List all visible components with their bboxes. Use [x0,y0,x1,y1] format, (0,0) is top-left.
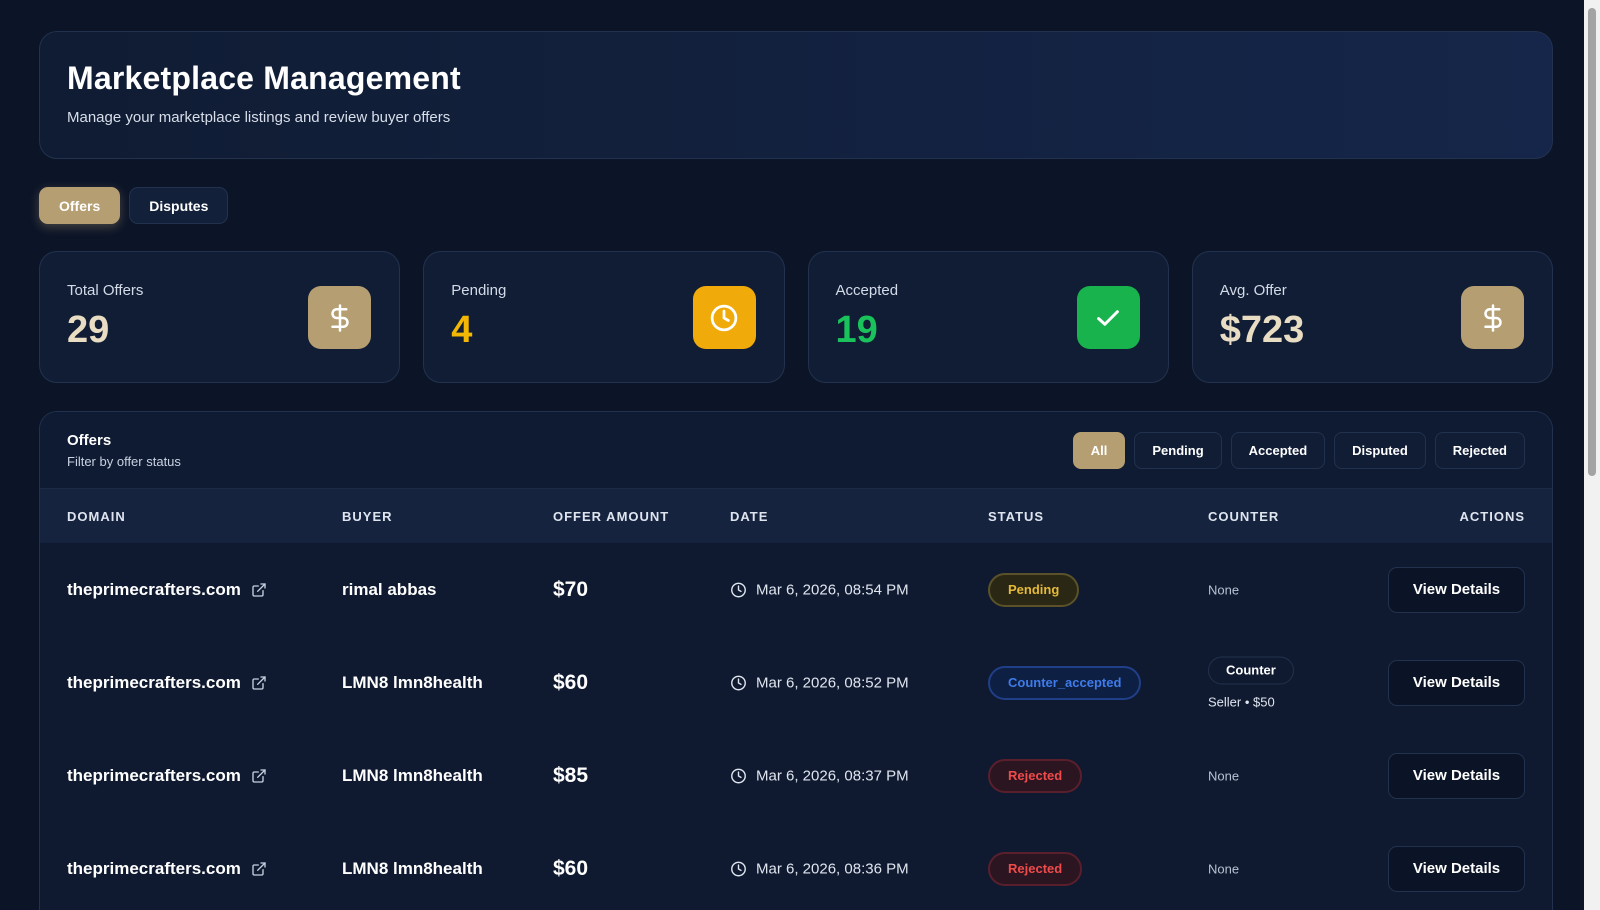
table-row: theprimecrafters.com LMN8 lmn8health $60… [40,822,1552,910]
page-title: Marketplace Management [67,60,461,96]
domain-link[interactable]: theprimecrafters.com [67,766,241,786]
amount-cell: $85 [553,763,589,787]
dollar-icon [1483,303,1502,332]
table-header: DOMAIN BUYER OFFER AMOUNT DATE STATUS CO… [40,489,1552,543]
counter-cell: None [1208,861,1240,876]
buyer-cell: rimal abbas [342,579,437,599]
filter-rejected[interactable]: Rejected [1434,432,1525,469]
date-cell: Mar 6, 2026, 08:54 PM [730,581,909,598]
date-text: Mar 6, 2026, 08:52 PM [756,674,909,691]
column-header-date: DATE [730,508,769,524]
page-scrollbar[interactable] [1584,0,1600,910]
offers-panel: Offers Filter by offer status All Pendin… [39,411,1553,910]
clock-icon [731,675,746,690]
amount-cell: $60 [553,670,589,694]
counter-cell: Counter Seller • $50 [1208,656,1294,709]
date-text: Mar 6, 2026, 08:36 PM [756,860,909,877]
clock-icon [710,304,738,331]
clock-icon [731,861,746,876]
stat-icon-box [308,286,372,349]
date-cell: Mar 6, 2026, 08:36 PM [730,860,909,877]
external-link-icon[interactable] [251,675,267,691]
check-icon [1097,309,1120,326]
column-header-counter: COUNTER [1208,508,1280,524]
column-header-actions: ACTIONS [1459,508,1525,524]
tab-disputes[interactable]: Disputes [129,187,229,224]
external-link-icon[interactable] [251,861,267,877]
dollar-icon [331,303,349,332]
date-cell: Mar 6, 2026, 08:52 PM [730,674,909,691]
tab-bar: Offers Disputes [39,187,1553,224]
domain-cell: theprimecrafters.com [67,673,267,693]
status-badge: Rejected [988,851,1083,886]
stat-card-avg-offer: Avg. Offer $723 [1191,251,1553,383]
clock-icon [731,768,746,783]
column-header-offer-amount: OFFER AMOUNT [553,508,670,524]
table-row: theprimecrafters.com rimal abbas $70 Mar… [40,543,1552,636]
buyer-cell: LMN8 lmn8health [342,672,483,692]
domain-link[interactable]: theprimecrafters.com [67,859,241,879]
offers-panel-header: Offers Filter by offer status All Pendin… [40,412,1552,489]
status-badge: Counter_accepted [988,665,1142,700]
counter-cell: None [1208,768,1240,783]
status-badge: Rejected [988,758,1083,793]
stat-card-accepted: Accepted 19 [807,251,1169,383]
amount-cell: $70 [553,577,589,601]
view-details-button[interactable]: View Details [1388,845,1525,892]
stat-icon-box [1461,286,1524,349]
filter-accepted[interactable]: Accepted [1230,432,1326,469]
stat-icon-box [692,286,756,349]
buyer-cell: LMN8 lmn8health [342,765,483,785]
counter-badge: Counter [1208,656,1294,684]
status-badge: Pending [988,572,1080,607]
status-cell: Rejected [988,851,1083,886]
filter-disputed[interactable]: Disputed [1334,432,1426,469]
external-link-icon[interactable] [251,768,267,784]
status-filter-group: All Pending Accepted Disputed Rejected [1072,432,1525,469]
view-details-button[interactable]: View Details [1388,566,1525,613]
page-subtitle: Manage your marketplace listings and rev… [67,109,451,126]
column-header-domain: DOMAIN [67,508,126,524]
column-header-status: STATUS [988,508,1045,524]
buyer-cell: LMN8 lmn8health [342,858,483,878]
date-text: Mar 6, 2026, 08:54 PM [756,581,909,598]
domain-cell: theprimecrafters.com [67,766,267,786]
status-cell: Pending [988,572,1080,607]
domain-cell: theprimecrafters.com [67,580,267,600]
tab-offers[interactable]: Offers [39,187,121,224]
date-text: Mar 6, 2026, 08:37 PM [756,767,909,784]
counter-cell: None [1208,582,1240,597]
external-link-icon[interactable] [251,582,267,598]
status-cell: Rejected [988,758,1083,793]
view-details-button[interactable]: View Details [1388,752,1525,799]
clock-icon [731,582,746,597]
domain-cell: theprimecrafters.com [67,859,267,879]
amount-cell: $60 [553,856,589,880]
stat-card-total-offers: Total Offers 29 [39,251,401,383]
column-header-buyer: BUYER [342,508,393,524]
domain-link[interactable]: theprimecrafters.com [67,673,241,693]
filter-all[interactable]: All [1072,432,1126,469]
page: Marketplace Management Manage your marke… [39,31,1553,910]
view-details-button[interactable]: View Details [1388,659,1525,706]
stats-row: Total Offers 29 Pending 4 Accepted 19 Av… [39,251,1553,383]
filter-pending[interactable]: Pending [1134,432,1222,469]
status-cell: Counter_accepted [988,665,1142,700]
page-header: Marketplace Management Manage your marke… [39,31,1553,159]
date-cell: Mar 6, 2026, 08:37 PM [730,767,909,784]
table-row: theprimecrafters.com LMN8 lmn8health $85… [40,729,1552,822]
scrollbar-thumb[interactable] [1588,8,1596,476]
stat-icon-box [1076,286,1140,349]
domain-link[interactable]: theprimecrafters.com [67,580,241,600]
table-row: theprimecrafters.com LMN8 lmn8health $60… [40,636,1552,729]
stat-card-pending: Pending 4 [423,251,785,383]
counter-meta: Seller • $50 [1208,694,1275,709]
